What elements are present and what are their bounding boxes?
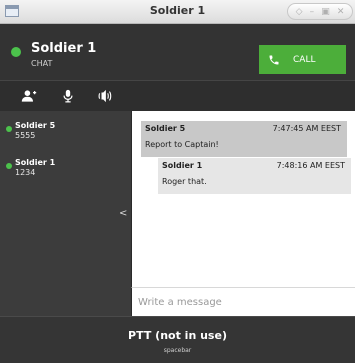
contact-item[interactable]: Soldier 5 5555 (0, 119, 131, 153)
phone-icon (269, 55, 279, 64)
chat-message: Soldier 5 7:47:45 AM EEST Report to Capt… (141, 121, 347, 157)
ptt-button[interactable]: PTT (not in use) spacebar (0, 316, 355, 363)
online-status-icon (6, 163, 12, 169)
chat-message: Soldier 1 7:48:16 AM EEST Roger that. (158, 158, 351, 194)
message-sender: Soldier 1 (162, 161, 203, 170)
speaker-icon[interactable] (96, 89, 114, 103)
contact-number: 1234 (15, 168, 36, 177)
online-status-icon (11, 47, 21, 57)
window-minimize-icon[interactable]: – (310, 7, 315, 17)
window-restore-icon[interactable]: ◇ (296, 7, 303, 17)
peer-name: Soldier 1 (31, 41, 97, 56)
action-toolbar (0, 80, 355, 111)
peer-subtitle: CHAT (31, 59, 53, 68)
message-input-row (131, 287, 355, 316)
contact-name: Soldier 1 (15, 158, 56, 167)
collapse-sidebar-icon[interactable]: < (119, 208, 127, 219)
ptt-key-hint: spacebar (163, 347, 192, 354)
contact-item[interactable]: Soldier 1 1234 (0, 156, 131, 190)
window-titlebar: Soldier 1 ◇ – ▣ ✕ (0, 0, 355, 24)
microphone-icon[interactable] (60, 89, 76, 103)
contacts-sidebar: Soldier 5 5555 Soldier 1 1234 < (0, 111, 131, 316)
window-maximize-icon[interactable]: ▣ (321, 7, 330, 17)
message-input[interactable] (138, 294, 338, 310)
contact-number: 5555 (15, 131, 36, 140)
call-button-label: CALL (293, 54, 316, 65)
message-sender: Soldier 5 (145, 124, 186, 133)
call-button[interactable]: CALL (259, 45, 346, 74)
message-text: Roger that. (162, 177, 207, 186)
message-time: 7:47:45 AM EEST (272, 124, 341, 133)
window-close-icon[interactable]: ✕ (337, 7, 345, 17)
contact-name: Soldier 5 (15, 121, 56, 130)
ptt-label: PTT (not in use) (128, 329, 227, 342)
window-controls[interactable]: ◇ – ▣ ✕ (287, 3, 353, 20)
message-text: Report to Captain! (145, 140, 219, 149)
message-time: 7:48:16 AM EEST (276, 161, 345, 170)
chat-message-area: Soldier 5 7:47:45 AM EEST Report to Capt… (131, 111, 355, 287)
add-user-icon[interactable] (21, 89, 37, 103)
online-status-icon (6, 126, 12, 132)
